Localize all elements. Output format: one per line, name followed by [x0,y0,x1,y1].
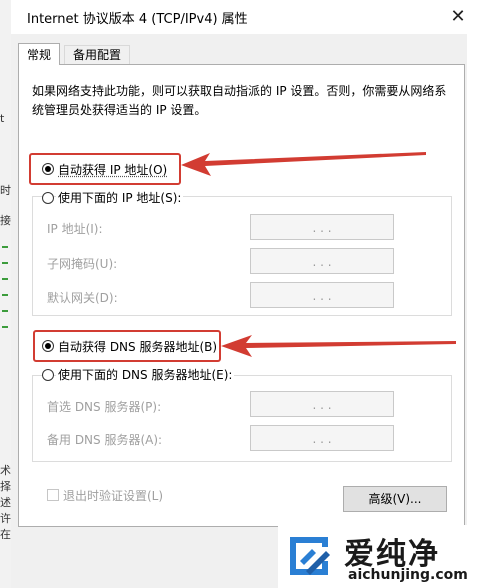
watermark-logo-icon [290,537,330,575]
watermark-url: aichunjing.com [348,567,468,583]
tab-general[interactable]: 常规 [18,43,61,65]
annotation-arrows [181,152,456,357]
annotation-arrow-dns [221,335,456,357]
annotation-arrow-ip [181,152,426,176]
watermark: 爱纯净 aichunjing.com [278,525,479,588]
